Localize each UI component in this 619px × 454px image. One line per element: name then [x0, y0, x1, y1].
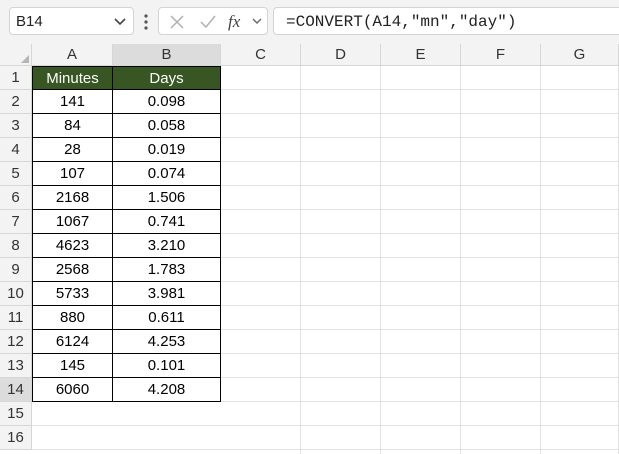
row-header[interactable]: 16 [0, 426, 32, 450]
gridline [300, 66, 301, 454]
cell-days[interactable]: 0.058 [113, 114, 221, 138]
column-header-a[interactable]: A [32, 44, 113, 66]
gridline [380, 66, 381, 454]
row-header[interactable]: 9 [0, 258, 32, 282]
cell-days[interactable]: 0.074 [113, 162, 221, 186]
name-box[interactable]: B14 [9, 7, 134, 35]
chevron-down-icon[interactable] [251, 17, 263, 26]
cell-minutes[interactable]: 4623 [32, 234, 113, 258]
column-header-g[interactable]: G [541, 44, 619, 66]
cell-days[interactable]: 1.506 [113, 186, 221, 210]
column-header-c[interactable]: C [221, 44, 301, 66]
cell-days[interactable]: 4.253 [113, 330, 221, 354]
cell-days[interactable]: 0.101 [113, 354, 221, 378]
worksheet-grid[interactable]: A B C D E F G 1 2 3 4 5 6 7 8 9 10 11 12… [0, 44, 619, 454]
cell-minutes[interactable]: 2168 [32, 186, 113, 210]
row-header[interactable]: 1 [0, 66, 32, 90]
row-header[interactable]: 12 [0, 330, 32, 354]
cell-minutes[interactable]: 28 [32, 138, 113, 162]
row-header[interactable]: 15 [0, 402, 32, 426]
row-header[interactable]: 7 [0, 210, 32, 234]
cell-days[interactable]: 0.611 [113, 306, 221, 330]
cell-minutes[interactable]: 107 [32, 162, 113, 186]
column-header-f[interactable]: F [461, 44, 541, 66]
row-header[interactable]: 6 [0, 186, 32, 210]
row-header[interactable]: 3 [0, 114, 32, 138]
cell-minutes[interactable]: 6060 [32, 378, 113, 402]
cell-minutes[interactable]: 2568 [32, 258, 113, 282]
cell-days[interactable]: 0.019 [113, 138, 221, 162]
row-header[interactable]: 13 [0, 354, 32, 378]
row-header[interactable]: 5 [0, 162, 32, 186]
column-header-e[interactable]: E [381, 44, 461, 66]
select-all-corner[interactable] [0, 44, 32, 66]
cell-minutes[interactable]: 880 [32, 306, 113, 330]
row-header-active[interactable]: 14 [0, 378, 32, 402]
column-header-b[interactable]: B [113, 44, 221, 66]
cell-minutes[interactable]: 6124 [32, 330, 113, 354]
name-box-value: B14 [16, 13, 43, 30]
row-header[interactable]: 10 [0, 282, 32, 306]
row-header[interactable]: 2 [0, 90, 32, 114]
cell-minutes[interactable]: 1067 [32, 210, 113, 234]
cell-minutes[interactable]: 5733 [32, 282, 113, 306]
gridline [460, 66, 461, 454]
cell-minutes[interactable]: 141 [32, 90, 113, 114]
gridline [32, 449, 619, 450]
cell-minutes[interactable]: 84 [32, 114, 113, 138]
formula-input[interactable]: =CONVERT(A14,"mn","day") [273, 7, 619, 35]
chevron-down-icon[interactable] [113, 17, 127, 27]
svg-text:fx: fx [228, 12, 241, 31]
cell-days[interactable]: 0.098 [113, 90, 221, 114]
row-header[interactable]: 8 [0, 234, 32, 258]
enter-check-icon[interactable] [199, 14, 217, 30]
gridline [540, 66, 541, 454]
formula-text: =CONVERT(A14,"mn","day") [286, 13, 517, 31]
row-header[interactable]: 4 [0, 138, 32, 162]
cancel-icon[interactable] [169, 14, 185, 30]
more-options-icon[interactable] [143, 13, 149, 31]
row-header[interactable]: 11 [0, 306, 32, 330]
gridline [32, 425, 619, 426]
column-header-d[interactable]: D [301, 44, 381, 66]
formula-bar: B14 fx =CONVERT(A14,"mn","day") [0, 0, 619, 44]
cell-days[interactable]: 1.783 [113, 258, 221, 282]
cell-minutes[interactable]: 145 [32, 354, 113, 378]
table-header-minutes[interactable]: Minutes [32, 66, 113, 90]
cell-days[interactable]: 0.741 [113, 210, 221, 234]
formula-tools: fx [158, 7, 268, 35]
cell-days[interactable]: 4.208 [113, 378, 221, 402]
table-header-days[interactable]: Days [113, 66, 221, 90]
select-all-icon [21, 55, 29, 63]
cell-days[interactable]: 3.210 [113, 234, 221, 258]
insert-function-icon[interactable]: fx [227, 12, 249, 32]
cell-days[interactable]: 3.981 [113, 282, 221, 306]
